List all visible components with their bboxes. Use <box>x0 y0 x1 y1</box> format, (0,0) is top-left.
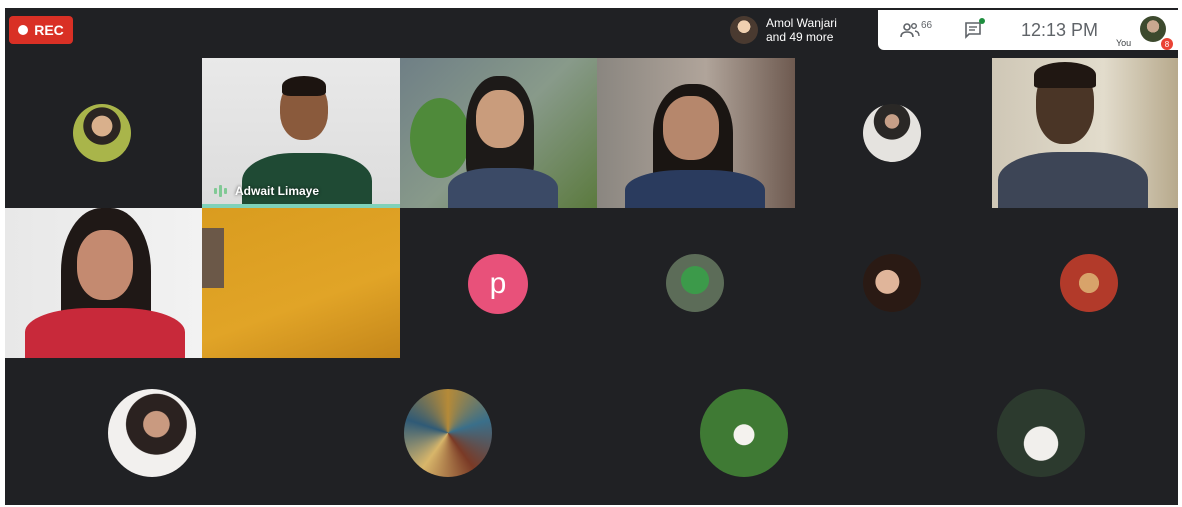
participant-video-tile[interactable] <box>992 58 1178 208</box>
participant-video-tile[interactable]: Adwait Limaye <box>202 58 400 208</box>
chat-button[interactable] <box>964 18 985 40</box>
initial-letter: p <box>489 267 507 300</box>
participant-video-tile[interactable] <box>5 208 202 358</box>
participant-avatar <box>863 104 921 162</box>
notification-badge: 8 <box>1161 38 1173 50</box>
participant-avatar <box>73 104 131 162</box>
participant-avatar <box>700 389 788 477</box>
recording-indicator: REC <box>9 16 73 44</box>
avatar <box>730 16 758 44</box>
chat-unread-dot <box>979 18 985 24</box>
participant-avatar <box>863 254 921 312</box>
self-avatar[interactable] <box>1140 16 1166 42</box>
participant-avatar <box>666 254 724 312</box>
participant-video-tile[interactable] <box>202 208 400 358</box>
participants-button[interactable]: 66 <box>900 20 932 40</box>
speaker-name-tag: Adwait Limaye <box>214 184 319 198</box>
top-right-panel: 66 12:13 PM You 8 <box>878 10 1178 50</box>
participant-video-tile[interactable] <box>400 58 597 208</box>
you-label: You <box>1116 38 1132 48</box>
chat-icon <box>965 22 981 39</box>
record-dot-icon <box>18 25 29 35</box>
participant-video-tile[interactable] <box>597 58 795 208</box>
people-icon <box>900 23 920 38</box>
participant-avatar <box>997 389 1085 477</box>
speaker-name: Adwait Limaye <box>235 184 320 198</box>
recording-label: REC <box>34 22 64 38</box>
meeting-window: REC Amol Wanjari and 49 more 66 12:13 PM… <box>5 8 1178 505</box>
participant-avatar <box>108 389 196 477</box>
presence-more: and 49 more <box>766 30 834 44</box>
participant-initial-avatar: p <box>468 254 528 314</box>
participants-count: 66 <box>921 19 933 31</box>
presence-notice[interactable]: Amol Wanjari and 49 more <box>730 10 880 50</box>
presence-name: Amol Wanjari <box>766 16 837 30</box>
participant-avatar <box>404 389 492 477</box>
participant-avatar <box>1060 254 1118 312</box>
meeting-clock: 12:13 PM <box>1021 20 1099 40</box>
speaking-indicator-icon <box>214 185 227 197</box>
